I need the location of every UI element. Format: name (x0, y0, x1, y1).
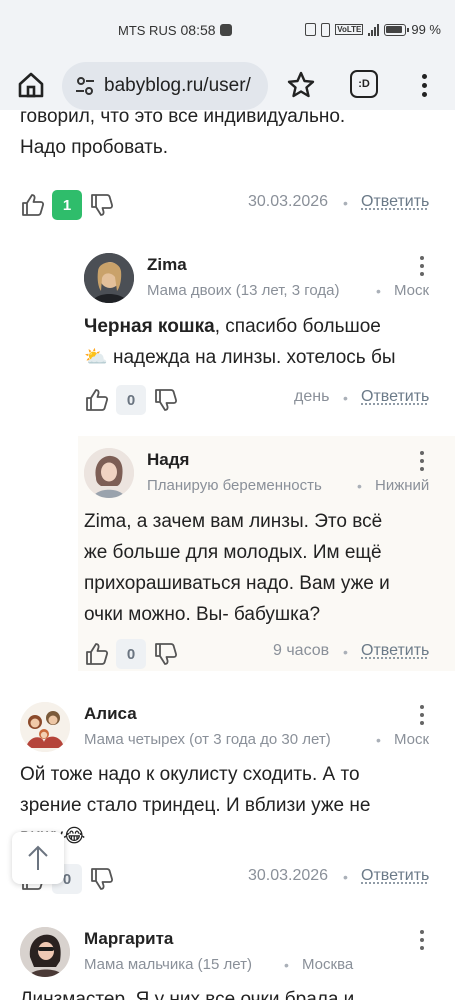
vote-row: 0 (84, 385, 179, 415)
avatar[interactable] (84, 448, 134, 498)
vote-row: 0 (84, 639, 179, 669)
address-bar[interactable]: babyblog.ru/user/ (62, 62, 268, 110)
separator-dot: • (343, 195, 348, 211)
battery-icon (384, 23, 410, 36)
browser-toolbar: babyblog.ru/user/ :D (0, 60, 455, 110)
author-location: Моск (394, 282, 430, 299)
clock: 08:58 (180, 22, 216, 38)
thumb-down-icon[interactable] (89, 192, 115, 218)
comment-fragment: , спасибо большое (214, 316, 381, 337)
comment-line: ⛅ надежда на линзы. хотелось бы (84, 342, 454, 373)
thumb-down-icon[interactable] (89, 866, 115, 892)
reply-link[interactable]: Ответить (361, 642, 429, 660)
like-count: 0 (116, 385, 146, 415)
separator-dot: • (284, 957, 289, 973)
mention[interactable]: Zima (84, 511, 126, 532)
comment-fragment: надежда на линзы. хотелось бы (107, 347, 396, 368)
reply-link[interactable]: Ответить (361, 867, 429, 885)
author-name[interactable]: Алиса (84, 704, 137, 724)
notification-icon (219, 24, 232, 36)
tabs-button[interactable]: :D (350, 70, 378, 98)
scroll-to-top-button[interactable] (12, 832, 64, 884)
nfc-icon (305, 23, 317, 36)
comment-date: 30.03.2026 (248, 193, 329, 210)
avatar[interactable] (20, 702, 70, 752)
avatar[interactable] (20, 927, 70, 977)
battery-level: 99 % (411, 22, 441, 37)
comments-feed: говорил, что это все индивидуально. Надо… (0, 110, 455, 1000)
author-name[interactable]: Надя (147, 450, 189, 470)
status-right: VoLTE 99 % (305, 22, 441, 37)
comment-menu-icon[interactable] (418, 705, 426, 729)
mention[interactable]: Черная кошка (84, 316, 215, 337)
comment-menu-icon[interactable] (418, 451, 426, 475)
vote-row: 1 (20, 190, 115, 220)
comment-line: Ой тоже надо к окулисту сходить. А то (20, 764, 360, 785)
author-location: Моск (394, 731, 430, 748)
author-status: Мама мальчика (15 лет) (84, 956, 252, 973)
author-location: Москва (302, 956, 354, 973)
separator-dot: • (343, 390, 348, 406)
weather-emoji: ⛅ (84, 347, 108, 368)
like-count: 0 (116, 639, 146, 669)
comment-text: Zima, а зачем вам линзы. Это всё же боль… (84, 506, 454, 630)
comment-line: очки можно. Вы- бабушка? (84, 604, 321, 625)
author-status: Мама двоих (13 лет, 3 года) (147, 282, 340, 299)
comment-date: день (294, 388, 330, 405)
like-count: 1 (52, 190, 82, 220)
comment-text: говорил, что это все индивидуально. Надо… (20, 110, 440, 163)
comment-line: Надо пробовать. (20, 137, 169, 158)
separator-dot: • (376, 283, 381, 299)
comment-fragment: , а зачем вам линзы. Это всё (126, 511, 383, 532)
comment-line: прихорашиваться надо. Вам уже и (84, 573, 390, 594)
reply-link[interactable]: Ответить (361, 388, 429, 406)
signal-icon (368, 23, 380, 36)
author-status: Мама четырех (от 3 года до 30 лет) (84, 731, 331, 748)
separator-dot: • (376, 732, 381, 748)
comment-line: говорил, что это все индивидуально. (20, 110, 346, 127)
thumb-up-icon[interactable] (84, 641, 110, 667)
avatar-image (84, 253, 134, 303)
separator-dot: • (357, 478, 362, 494)
carrier-label: MTS RUS (118, 22, 177, 38)
author-location: Нижний (375, 477, 430, 494)
comment-menu-icon[interactable] (418, 930, 426, 954)
avatar-image (20, 927, 70, 977)
thumb-down-icon[interactable] (153, 387, 179, 413)
comment-line: же больше для молодых. Им ещё (84, 542, 382, 563)
separator-dot: • (343, 644, 348, 660)
comment-line: вижу😂 (20, 821, 450, 852)
separator-dot: • (343, 869, 348, 885)
volte-icon: VoLTE (335, 24, 364, 35)
comment-menu-icon[interactable] (418, 256, 426, 280)
site-settings-icon[interactable] (74, 75, 96, 97)
author-name[interactable]: Zima (147, 255, 187, 275)
comment-date: 30.03.2026 (248, 867, 329, 884)
arrow-up-icon (28, 845, 48, 870)
comment-line: Линзмастер. Я у них все очки брала и (20, 989, 355, 1000)
avatar[interactable] (84, 253, 134, 303)
home-icon[interactable] (16, 70, 46, 100)
bookmark-star-icon[interactable] (286, 70, 316, 100)
comment-date: 9 часов (273, 642, 330, 659)
vibrate-icon (321, 22, 331, 37)
thumb-up-icon[interactable] (20, 192, 46, 218)
comment-line: зрение стало триндец. И вблизи уже не (20, 795, 371, 816)
reply-link[interactable]: Ответить (361, 193, 429, 211)
thumb-up-icon[interactable] (84, 387, 110, 413)
comment-text: Черная кошка, спасибо большое ⛅ надежда … (84, 311, 454, 373)
thumb-down-icon[interactable] (153, 641, 179, 667)
comment-text: Линзмастер. Я у них все очки брала и (20, 984, 450, 1000)
avatar-image (20, 702, 70, 752)
author-name[interactable]: Маргарита (84, 929, 173, 949)
author-status: Планирую беременность (147, 477, 322, 494)
comment-line: Zima, а зачем вам линзы. Это всё (84, 506, 454, 537)
avatar-image (84, 448, 134, 498)
comment-line: Черная кошка, спасибо большое (84, 311, 454, 342)
comment-text: Ой тоже надо к окулисту сходить. А то зр… (20, 759, 450, 852)
url-text: babyblog.ru/user/ (104, 75, 251, 96)
status-bar: MTS RUS 08:58 VoLTE 99 % (0, 0, 455, 60)
status-center: MTS RUS 08:58 (118, 22, 232, 38)
browser-menu-icon[interactable] (414, 70, 434, 100)
